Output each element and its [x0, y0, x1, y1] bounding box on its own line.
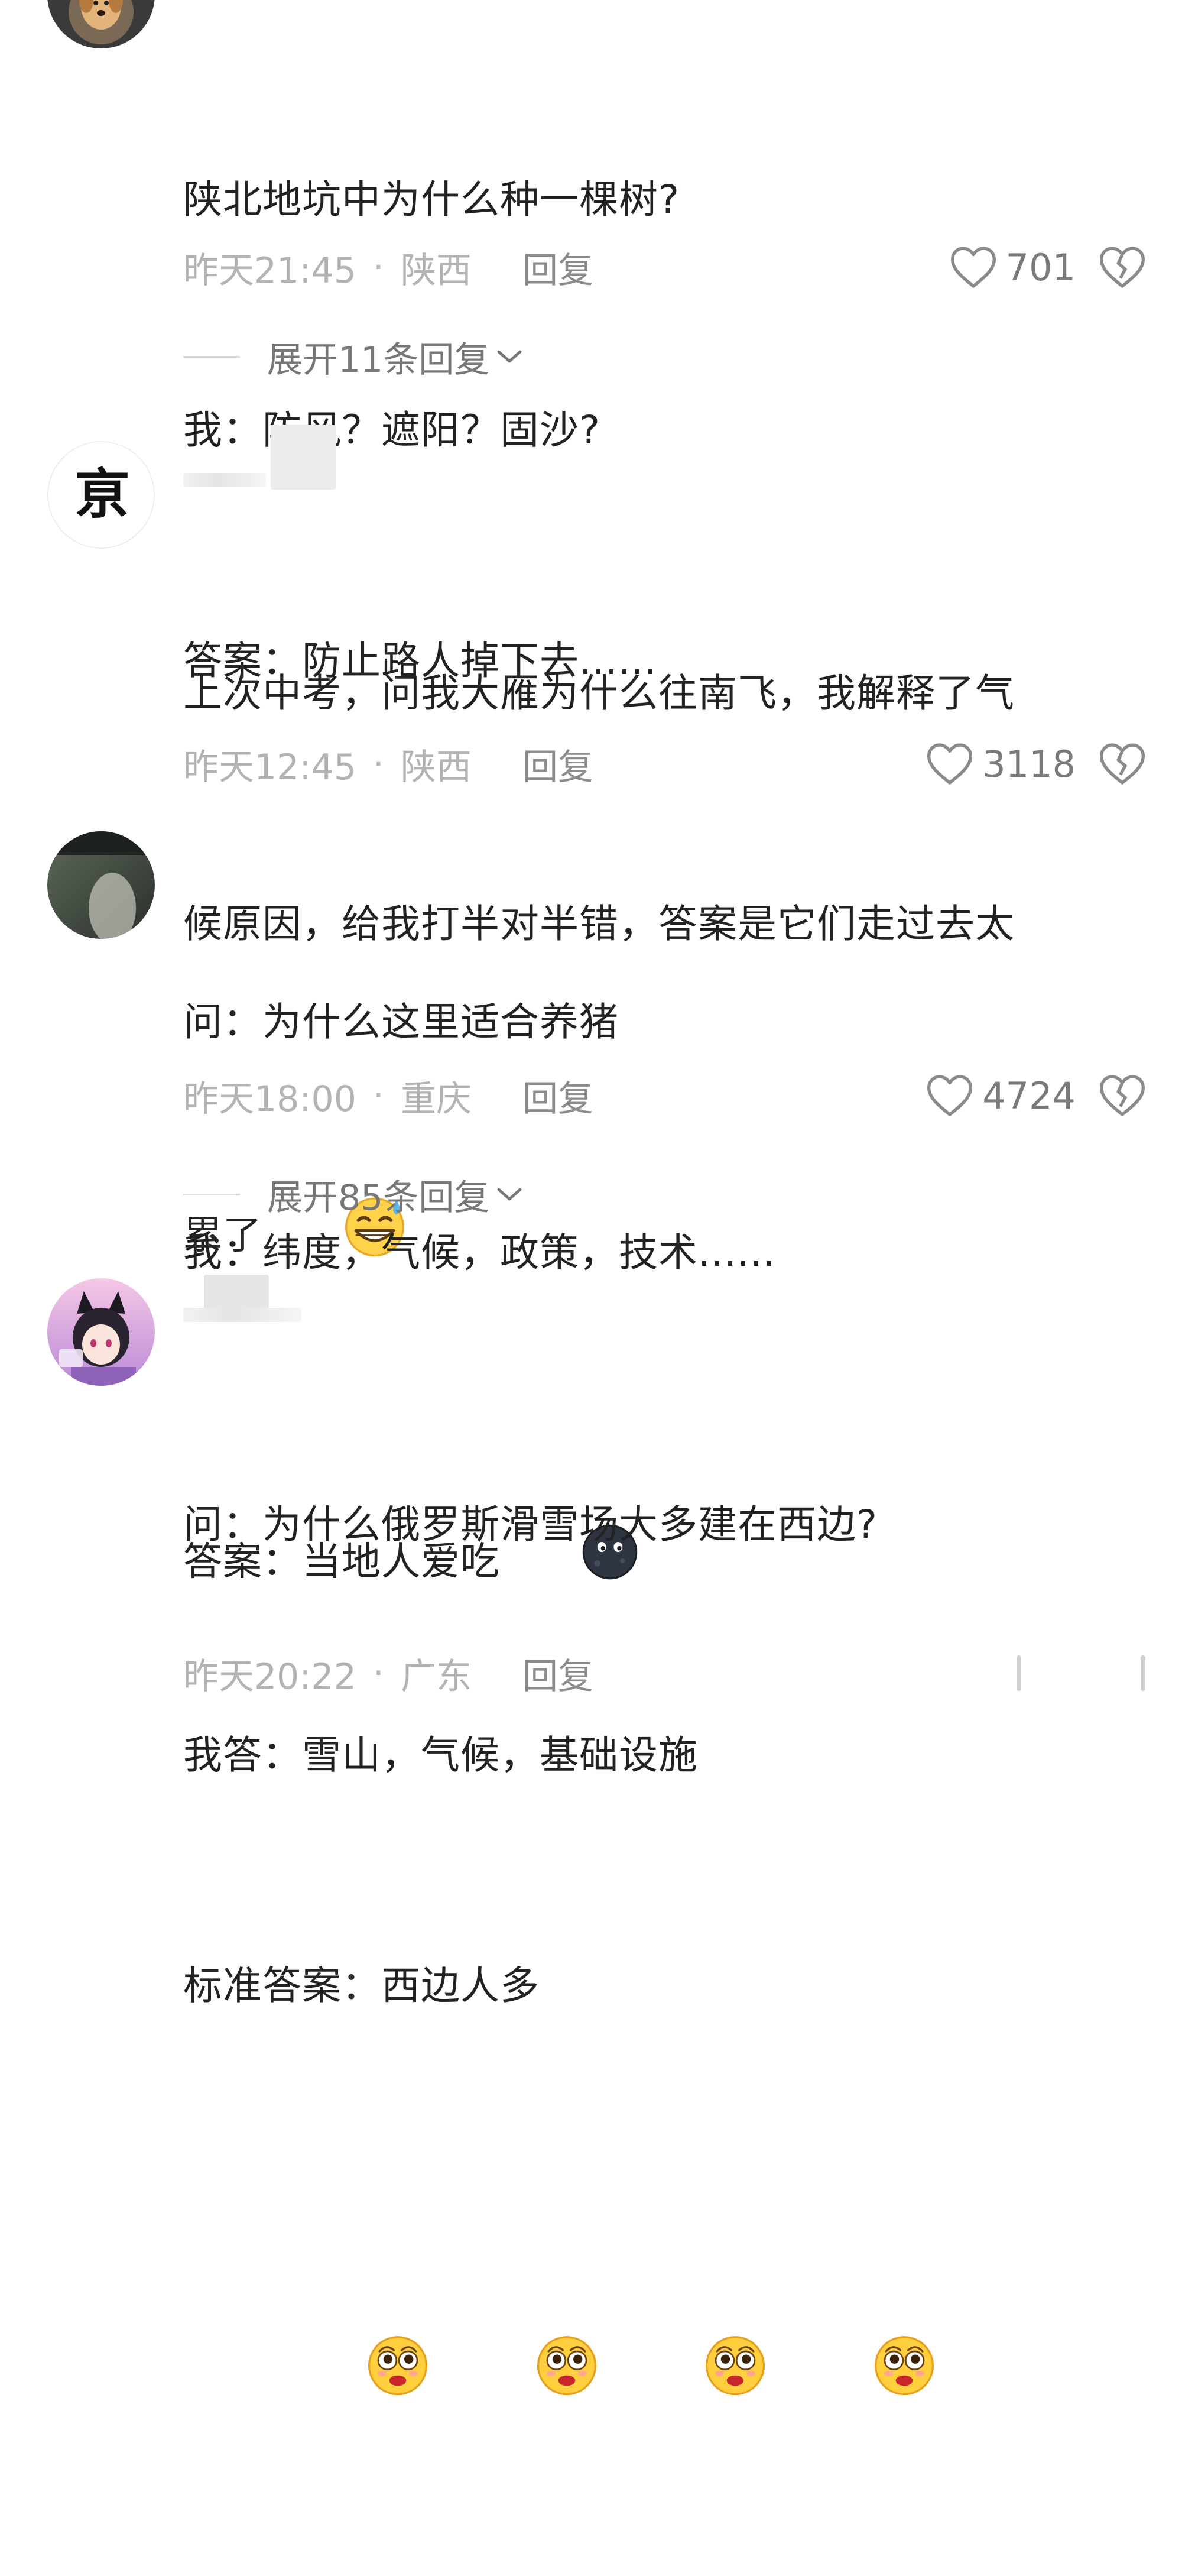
expand-replies-button[interactable]: 展开11条回复 — [183, 333, 524, 381]
timestamp: 昨天21:45 — [183, 250, 356, 291]
timestamp: 昨天18:00 — [183, 1078, 356, 1120]
reply-button[interactable]: 回复 — [522, 738, 593, 790]
pleading-face-emoji — [768, 2255, 937, 2499]
like-button[interactable]: 4724 — [926, 1072, 1076, 1119]
username-redacted — [204, 1275, 269, 1310]
comment-meta: 昨天20:22 · 广东 回复 — [183, 1650, 593, 1697]
meta-separator: · — [372, 1075, 384, 1116]
comment-line: 陕北地坑中为什么种一棵树? — [183, 177, 680, 222]
heart-outline-icon — [927, 1075, 973, 1116]
heart-outline-icon — [950, 247, 996, 288]
comment-line: 上次中考，问我大雁为什么往南飞，我解释了气 — [183, 670, 1015, 716]
svg-text:亰: 亰 — [75, 462, 129, 526]
broken-heart-icon — [1099, 1075, 1145, 1116]
reply-button[interactable]: 回复 — [522, 1070, 593, 1122]
meta-separator: · — [372, 247, 384, 288]
dislike-button[interactable] — [1098, 244, 1147, 291]
location: 陕西 — [401, 250, 472, 291]
like-button[interactable]: 701 — [949, 244, 1076, 291]
avatar[interactable] — [47, 0, 155, 48]
heart-outline-icon — [927, 743, 973, 785]
divider-line — [183, 355, 240, 358]
comment-meta: 昨天12:45 · 陕西 回复 — [183, 740, 593, 788]
dislike-button[interactable] — [1098, 740, 1147, 788]
divider-line — [183, 1193, 240, 1195]
comment-line: 我答：雪山，气候，基础设施 — [183, 1732, 698, 1778]
like-count: 4724 — [982, 1074, 1076, 1117]
avatar[interactable]: 亰 — [47, 441, 155, 549]
like-button[interactable]: 3118 — [926, 740, 1076, 788]
timestamp: 昨天20:22 — [183, 1655, 356, 1697]
comment-line: 我：纬度，气候，政策，技术...... — [183, 1230, 776, 1275]
meta-separator: · — [372, 1652, 384, 1694]
chevron-down-icon — [497, 1188, 522, 1201]
comment-meta: 昨天18:00 · 重庆 回复 — [183, 1070, 593, 1122]
expand-replies-button[interactable]: 展开85条回复 — [183, 1171, 524, 1219]
like-count: 3118 — [982, 742, 1076, 786]
avatar[interactable] — [47, 1278, 155, 1386]
broken-heart-icon — [1099, 743, 1145, 785]
comment-meta: 昨天21:45 · 陕西 回复 — [183, 244, 593, 291]
username-redacted — [183, 1308, 301, 1322]
chevron-down-icon — [497, 350, 522, 363]
pleading-face-emoji — [430, 2255, 599, 2499]
location: 重庆 — [401, 1078, 472, 1120]
avatar[interactable] — [47, 831, 155, 939]
comment-text: 问：为什么俄罗斯滑雪场大多建在西边? 我答：雪山，气候，基础设施 标准答案：西边… — [183, 1333, 1099, 2406]
partial-action-icons — [946, 1655, 1182, 1703]
location: 陕西 — [401, 746, 472, 788]
expand-replies-label: 展开85条回复 — [267, 1177, 490, 1219]
timestamp: 昨天12:45 — [183, 746, 356, 788]
broken-heart-icon — [1099, 247, 1145, 288]
like-count: 701 — [1005, 245, 1076, 289]
comment-line: 标准答案：西边人多 — [183, 1963, 540, 2008]
username-redacted — [271, 425, 336, 490]
comment-line: 问：为什么这里适合养猪 — [183, 999, 619, 1045]
meta-separator: · — [372, 743, 384, 785]
location: 广东 — [401, 1655, 472, 1697]
reply-button[interactable]: 回复 — [522, 1648, 593, 1699]
dislike-button[interactable] — [1098, 1072, 1147, 1119]
username-redacted — [183, 473, 266, 487]
reply-button[interactable]: 回复 — [522, 242, 593, 293]
pleading-face-emoji — [599, 2255, 768, 2499]
comment-line: 问：为什么俄罗斯滑雪场大多建在西边? — [183, 1502, 878, 1547]
expand-replies-label: 展开11条回复 — [267, 339, 490, 381]
pleading-face-emoji — [261, 2255, 430, 2499]
emoji-row — [183, 2178, 1099, 2396]
